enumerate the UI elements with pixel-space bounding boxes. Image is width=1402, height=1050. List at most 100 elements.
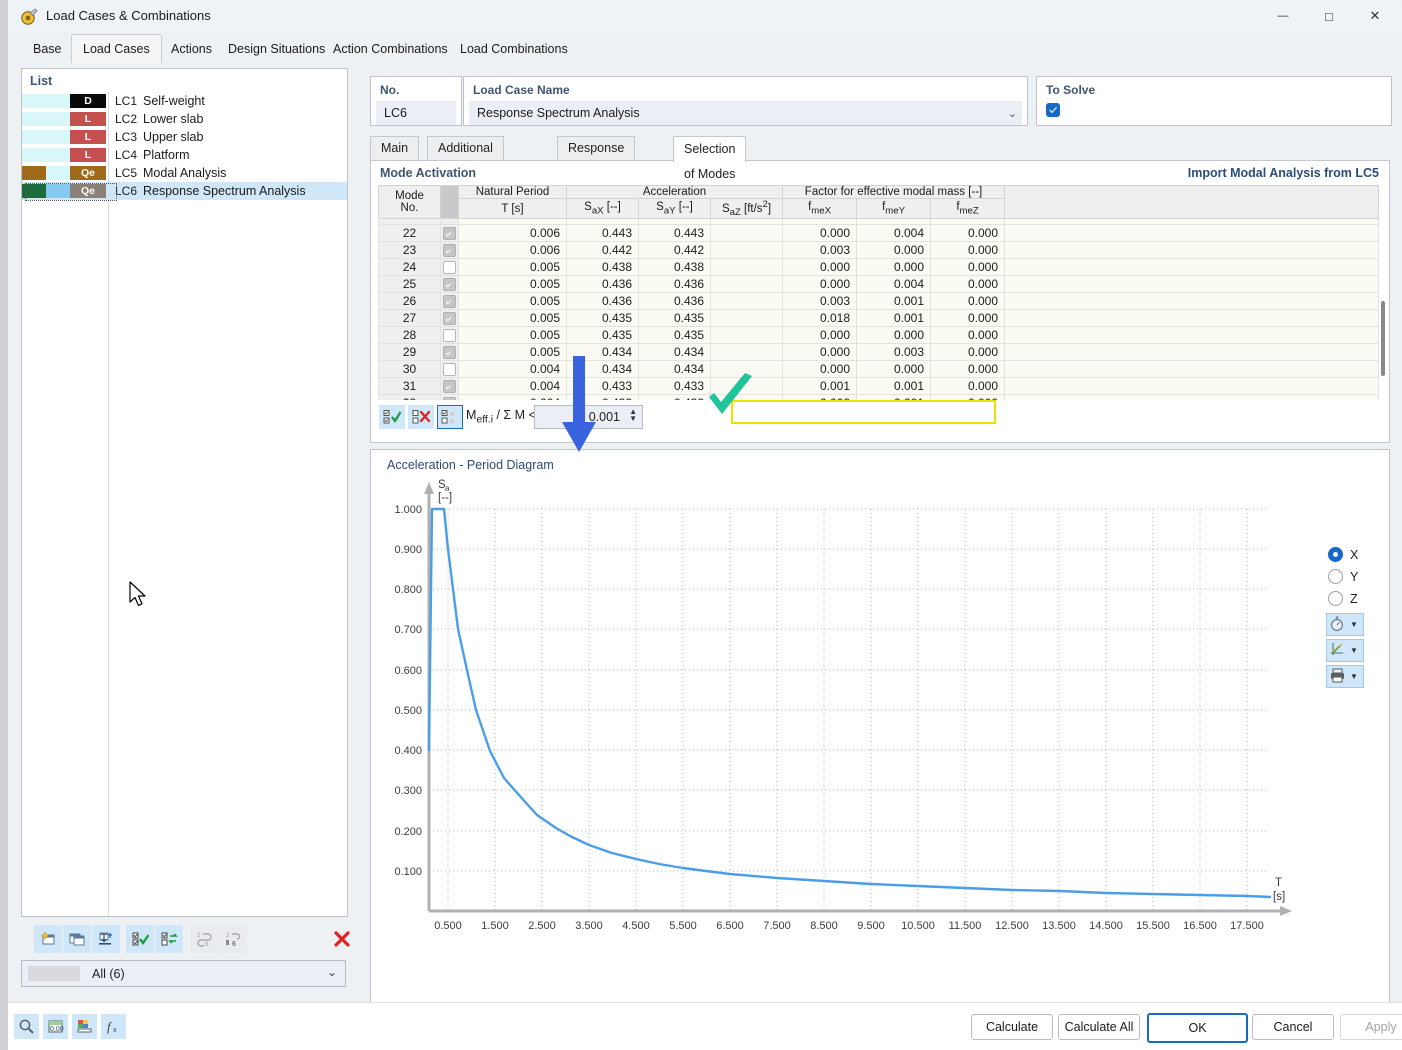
- select-all-button[interactable]: [126, 925, 154, 953]
- list-filter-dropdown[interactable]: All (6) ⌄: [21, 960, 346, 987]
- no-value[interactable]: LC6: [376, 101, 456, 125]
- tab-load-cases[interactable]: Load Cases: [71, 34, 162, 64]
- tab-base[interactable]: Base: [21, 34, 74, 64]
- diagram-settings-button[interactable]: ▼: [1326, 639, 1364, 662]
- selection-focus-ring: [25, 183, 117, 201]
- mode-checkbox[interactable]: [443, 380, 456, 393]
- table-row[interactable]: 29 0.005 0.434 0.434 0.000 0.003 0.000: [379, 344, 1379, 361]
- table-row[interactable]: 31 0.004 0.433 0.433 0.001 0.001 0.000: [379, 378, 1379, 395]
- svg-text:0.300: 0.300: [394, 785, 422, 797]
- axis-radio-x[interactable]: X: [1328, 547, 1358, 562]
- inner-tab-selection-of-modes[interactable]: Selection of Modes: [673, 136, 746, 162]
- mode-checkbox[interactable]: [443, 363, 456, 376]
- cell-checkbox[interactable]: [441, 327, 459, 344]
- cell-checkbox[interactable]: [441, 276, 459, 293]
- tab-action-combinations[interactable]: Action Combinations: [321, 34, 460, 64]
- mode-checkbox[interactable]: [443, 295, 456, 308]
- list-item[interactable]: L LC4 Platform: [22, 146, 347, 164]
- maximize-button[interactable]: □: [1306, 0, 1352, 32]
- chevron-down-icon[interactable]: ▼: [1350, 646, 1358, 655]
- load-case-list-panel: List D LC1 Self-weight L LC2 Lower slab: [21, 68, 348, 917]
- table-row[interactable]: 22 0.006 0.443 0.443 0.000 0.004 0.000: [379, 225, 1379, 242]
- radio-dot-y[interactable]: [1328, 569, 1343, 584]
- table-vertical-scrollbar[interactable]: [1381, 301, 1385, 376]
- delete-load-case-button[interactable]: [328, 925, 356, 953]
- display-properties-button[interactable]: [72, 1014, 97, 1039]
- table-row[interactable]: 28 0.005 0.435 0.435 0.000 0.000 0.000: [379, 327, 1379, 344]
- formula-button[interactable]: fx: [101, 1014, 126, 1039]
- import-load-case-button[interactable]: [92, 925, 120, 953]
- copy-load-case-button[interactable]: [63, 925, 91, 953]
- cell-checkbox[interactable]: [441, 242, 459, 259]
- deactivate-modes-button[interactable]: [408, 405, 434, 429]
- cell-checkbox[interactable]: [441, 310, 459, 327]
- mode-checkbox[interactable]: [443, 346, 456, 359]
- chevron-down-icon[interactable]: ▼: [1350, 620, 1358, 629]
- axis-radio-z[interactable]: Z: [1328, 591, 1358, 606]
- cell-checkbox[interactable]: [441, 259, 459, 276]
- inner-tab-additional-settings[interactable]: Additional Settings: [427, 136, 504, 160]
- calculate-button[interactable]: Calculate: [971, 1014, 1053, 1040]
- chevron-down-icon[interactable]: ⌄: [1008, 107, 1017, 120]
- damping-settings-button[interactable]: ▼: [1326, 613, 1364, 636]
- cell-checkbox[interactable]: [441, 344, 459, 361]
- new-load-case-button[interactable]: [34, 925, 62, 953]
- cancel-button[interactable]: Cancel: [1252, 1014, 1334, 1040]
- radio-dot-z[interactable]: [1328, 591, 1343, 606]
- invert-selection-button[interactable]: [155, 925, 183, 953]
- inner-tab-main[interactable]: Main: [370, 136, 419, 160]
- mode-checkbox[interactable]: [443, 312, 456, 325]
- cell-fmeY: 0.001: [857, 310, 931, 327]
- mode-checkbox[interactable]: [443, 244, 456, 257]
- mode-checkbox[interactable]: [443, 278, 456, 291]
- radio-dot-x[interactable]: [1328, 547, 1343, 562]
- close-button[interactable]: ✕: [1352, 0, 1398, 32]
- cell-checkbox[interactable]: [441, 378, 459, 395]
- list-item[interactable]: L LC2 Lower slab: [22, 110, 347, 128]
- info-button[interactable]: [14, 1014, 39, 1039]
- table-row[interactable]: 32 0.004 0.432 0.432 0.002 0.001 0.000: [379, 395, 1379, 400]
- minimize-button[interactable]: —: [1260, 0, 1306, 32]
- threshold-label: Meff.i / Σ M <: [466, 408, 536, 426]
- import-modal-analysis-link[interactable]: Import Modal Analysis from LC5: [1188, 166, 1379, 180]
- table-row[interactable]: 23 0.006 0.442 0.442 0.003 0.000 0.000: [379, 242, 1379, 259]
- chevron-down-icon[interactable]: ▼: [1350, 672, 1358, 681]
- table-row[interactable]: 25 0.005 0.436 0.436 0.000 0.004 0.000: [379, 276, 1379, 293]
- table-row[interactable]: 26 0.005 0.436 0.436 0.003 0.001 0.000: [379, 293, 1379, 310]
- name-value[interactable]: Response Spectrum Analysis: [469, 101, 1022, 125]
- cell-checkbox[interactable]: [441, 395, 459, 400]
- threshold-filter-button[interactable]: <>: [437, 405, 463, 429]
- svg-text:0.600: 0.600: [394, 665, 422, 677]
- mode-checkbox[interactable]: [443, 329, 456, 342]
- cell-fmeX: 0.000: [783, 276, 857, 293]
- to-solve-checkbox[interactable]: [1046, 103, 1060, 117]
- mode-checkbox[interactable]: [443, 227, 456, 240]
- table-row[interactable]: 24 0.005 0.438 0.438 0.000 0.000 0.000: [379, 259, 1379, 276]
- tab-actions[interactable]: Actions: [159, 34, 224, 64]
- mode-checkbox[interactable]: [443, 261, 456, 274]
- tab-load-combinations[interactable]: Load Combinations: [448, 34, 580, 64]
- list-item[interactable]: L LC3 Upper slab: [22, 128, 347, 146]
- cell-checkbox[interactable]: [441, 293, 459, 310]
- list-item[interactable]: D LC1 Self-weight: [22, 92, 347, 110]
- spinner-down-icon[interactable]: ▼: [629, 415, 637, 422]
- print-button[interactable]: ▼: [1326, 665, 1364, 688]
- axis-radio-y[interactable]: Y: [1328, 569, 1358, 584]
- inner-tab-response-spectrum[interactable]: Response Spectrum: [557, 136, 635, 160]
- list-item[interactable]: Qe LC5 Modal Analysis: [22, 164, 347, 182]
- svg-text:0.200: 0.200: [394, 826, 422, 838]
- mode-checkbox[interactable]: [443, 397, 456, 400]
- ok-button[interactable]: OK: [1147, 1013, 1248, 1043]
- tab-design-situations[interactable]: Design Situations: [216, 34, 337, 64]
- list-item-selected[interactable]: Qe LC6 Response Spectrum Analysis: [22, 182, 347, 200]
- table-row[interactable]: 27 0.005 0.435 0.435 0.018 0.001 0.000: [379, 310, 1379, 327]
- activate-modes-button[interactable]: [379, 405, 405, 429]
- cell-checkbox[interactable]: [441, 361, 459, 378]
- calculate-all-button[interactable]: Calculate All: [1058, 1014, 1140, 1040]
- table-row[interactable]: 30 0.004 0.434 0.434 0.000 0.000 0.000: [379, 361, 1379, 378]
- cell-checkbox[interactable]: [441, 225, 459, 242]
- spinner-arrows[interactable]: ▲ ▼: [629, 408, 637, 422]
- threshold-input[interactable]: 0.001 ▲ ▼: [534, 405, 643, 429]
- units-button[interactable]: 0,00: [43, 1014, 68, 1039]
- cell-SaZ: [711, 276, 783, 293]
